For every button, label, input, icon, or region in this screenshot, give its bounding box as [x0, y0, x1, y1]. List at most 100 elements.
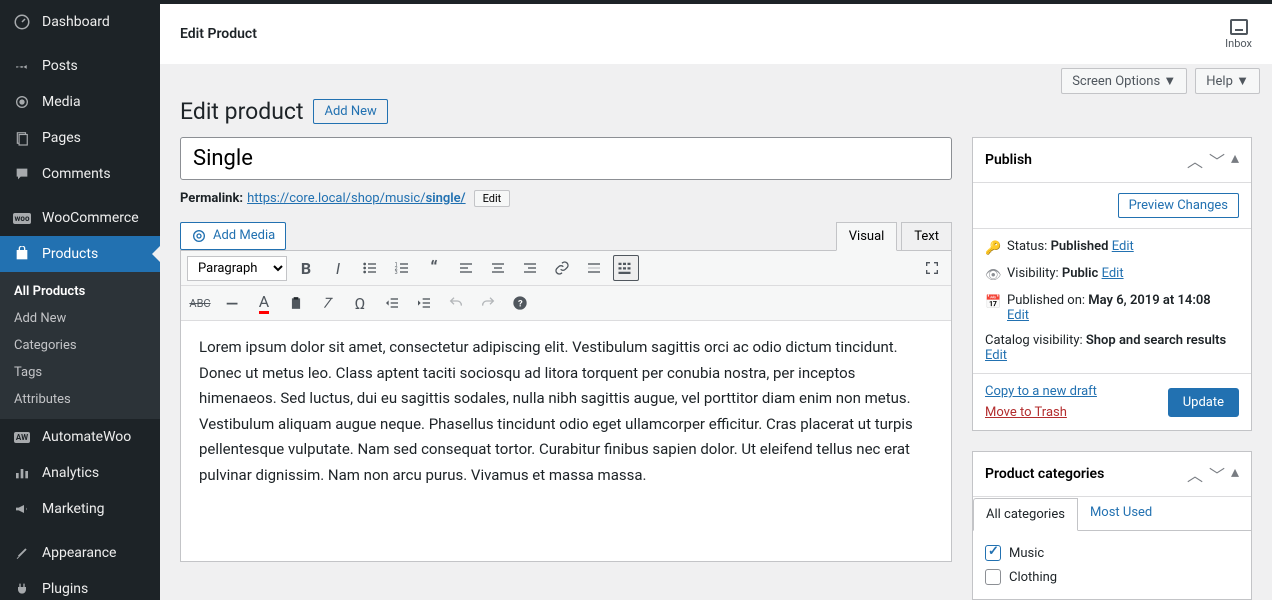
specialchar-button[interactable]: Ω: [347, 290, 373, 316]
pages-icon: [12, 128, 32, 148]
permalink-edit-button[interactable]: Edit: [474, 190, 511, 207]
copy-draft-link[interactable]: Copy to a new draft: [985, 384, 1097, 399]
edit-date-link[interactable]: Edit: [1007, 308, 1029, 323]
sidebar-item-label: Dashboard: [42, 14, 110, 30]
sidebar-item-media[interactable]: Media: [0, 84, 160, 120]
quote-button[interactable]: “: [421, 255, 447, 281]
sidebar-item-comments[interactable]: Comments: [0, 156, 160, 192]
add-media-button[interactable]: Add Media: [180, 222, 286, 250]
sub-all-products[interactable]: All Products: [0, 278, 160, 305]
paste-button[interactable]: [283, 290, 309, 316]
sub-categories[interactable]: Categories: [0, 332, 160, 359]
more-button[interactable]: [581, 255, 607, 281]
hr-button[interactable]: —: [219, 290, 245, 316]
bullet-list-button[interactable]: [357, 255, 383, 281]
link-button[interactable]: [549, 255, 575, 281]
sidebar-item-woocommerce[interactable]: woo WooCommerce: [0, 200, 160, 236]
sidebar-submenu: All Products Add New Categories Tags Att…: [0, 272, 160, 419]
tab-all-categories[interactable]: All categories: [973, 498, 1078, 531]
edit-catalog-link[interactable]: Edit: [985, 348, 1007, 363]
strike-button[interactable]: ABC: [187, 290, 213, 316]
publish-panel: Publish ︿﹀▴ Preview Changes 🔑 Status: Pu…: [972, 137, 1252, 431]
indent-button[interactable]: [411, 290, 437, 316]
number-list-button[interactable]: 123: [389, 255, 415, 281]
tab-visual[interactable]: Visual: [836, 222, 898, 251]
category-item[interactable]: Clothing: [985, 565, 1239, 589]
brush-icon: [12, 543, 32, 563]
woo-icon: woo: [12, 208, 32, 228]
add-new-button[interactable]: Add New: [313, 99, 387, 124]
update-button[interactable]: Update: [1168, 388, 1239, 417]
sidebar-item-automatewoo[interactable]: AW AutomateWoo: [0, 419, 160, 455]
align-center-button[interactable]: [485, 255, 511, 281]
panel-up-icon[interactable]: ︿: [1187, 148, 1203, 172]
preview-changes-button[interactable]: Preview Changes: [1118, 193, 1239, 218]
sidebar-item-appearance[interactable]: Appearance: [0, 535, 160, 571]
move-trash-link[interactable]: Move to Trash: [985, 405, 1097, 420]
align-left-button[interactable]: [453, 255, 479, 281]
redo-button[interactable]: [475, 290, 501, 316]
bold-button[interactable]: B: [293, 255, 319, 281]
svg-text:?: ?: [518, 298, 523, 309]
permalink-label: Permalink:: [180, 191, 243, 206]
outdent-button[interactable]: [379, 290, 405, 316]
editor-content[interactable]: Lorem ipsum dolor sit amet, consectetur …: [181, 321, 951, 561]
clear-format-button[interactable]: [315, 290, 341, 316]
publish-title: Publish: [985, 152, 1032, 168]
sidebar-item-marketing[interactable]: Marketing: [0, 491, 160, 527]
format-select[interactable]: Paragraph: [187, 256, 287, 281]
sidebar-item-label: Pages: [42, 130, 81, 146]
textcolor-button[interactable]: A: [251, 290, 277, 316]
key-icon: 🔑: [985, 241, 999, 256]
camera-icon: [191, 228, 207, 244]
sidebar-item-label: Analytics: [42, 465, 99, 481]
sidebar-item-label: Products: [42, 246, 98, 262]
fullscreen-button[interactable]: [919, 255, 945, 281]
undo-button[interactable]: [443, 290, 469, 316]
chart-icon: [12, 463, 32, 483]
category-checkbox[interactable]: [985, 545, 1001, 561]
product-title-input[interactable]: [180, 137, 952, 180]
sidebar-item-analytics[interactable]: Analytics: [0, 455, 160, 491]
permalink-link[interactable]: https://core.local/shop/music/single/: [247, 191, 466, 206]
inbox-icon: [1230, 19, 1248, 35]
tab-most-used[interactable]: Most Used: [1078, 497, 1164, 530]
screen-options-button[interactable]: Screen Options ▼: [1061, 68, 1187, 94]
sidebar-item-label: AutomateWoo: [42, 429, 131, 445]
sidebar-item-dashboard[interactable]: Dashboard: [0, 4, 160, 40]
tab-text[interactable]: Text: [901, 222, 952, 250]
align-right-button[interactable]: [517, 255, 543, 281]
header-title: Edit Product: [180, 26, 257, 42]
sidebar-item-pages[interactable]: Pages: [0, 120, 160, 156]
sidebar-item-products[interactable]: Products: [0, 236, 160, 272]
page-header: Edit Product Inbox: [160, 4, 1272, 64]
category-item[interactable]: Music: [985, 541, 1239, 565]
panel-toggle-icon[interactable]: ▴: [1231, 148, 1239, 172]
italic-button[interactable]: I: [325, 255, 351, 281]
sidebar-item-plugins[interactable]: Plugins: [0, 571, 160, 600]
svg-text:3: 3: [395, 270, 398, 276]
panel-toggle-icon[interactable]: ▴: [1231, 462, 1239, 486]
kitchen-sink-button[interactable]: [613, 255, 639, 281]
category-checkbox[interactable]: [985, 569, 1001, 585]
sidebar-item-label: Comments: [42, 166, 111, 182]
megaphone-icon: [12, 499, 32, 519]
sidebar-item-posts[interactable]: Posts: [0, 48, 160, 84]
help-icon-button[interactable]: ?: [507, 290, 533, 316]
edit-visibility-link[interactable]: Edit: [1102, 266, 1124, 281]
edit-status-link[interactable]: Edit: [1112, 239, 1134, 254]
panel-down-icon[interactable]: ﹀: [1209, 462, 1225, 486]
content-editor: Paragraph B I 123 “: [180, 250, 952, 562]
calendar-icon: 📅: [985, 295, 999, 310]
sidebar-item-label: Marketing: [42, 501, 105, 517]
help-button[interactable]: Help ▼: [1195, 68, 1260, 94]
page-title: Edit product: [180, 98, 303, 125]
sub-add-new[interactable]: Add New: [0, 305, 160, 332]
panel-down-icon[interactable]: ﹀: [1209, 148, 1225, 172]
sub-tags[interactable]: Tags: [0, 359, 160, 386]
dashboard-icon: [12, 12, 32, 32]
sidebar-item-label: Media: [42, 94, 81, 110]
panel-up-icon[interactable]: ︿: [1187, 462, 1203, 486]
sub-attributes[interactable]: Attributes: [0, 386, 160, 413]
inbox-button[interactable]: Inbox: [1225, 19, 1252, 50]
